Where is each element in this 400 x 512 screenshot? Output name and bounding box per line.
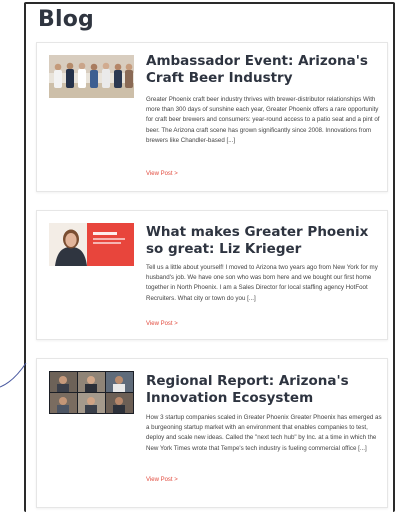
view-post-link[interactable]: View Post > xyxy=(146,477,178,483)
blog-post-card[interactable]: What makes Greater Phoenix so great: Liz… xyxy=(36,210,388,340)
blog-post-card[interactable]: Regional Report: Arizona's Innovation Ec… xyxy=(36,358,388,508)
post-thumbnail-video-call[interactable] xyxy=(49,371,134,414)
post-thumbnail-group-photo[interactable] xyxy=(49,55,134,98)
post-title[interactable]: Regional Report: Arizona's Innovation Ec… xyxy=(146,373,378,407)
post-excerpt: Tell us a little about yourself! I moved… xyxy=(146,264,378,302)
blog-post-card[interactable]: Ambassador Event: Arizona's Craft Beer I… xyxy=(36,42,388,192)
view-post-link[interactable]: View Post > xyxy=(146,171,178,177)
view-post-link[interactable]: View Post > xyxy=(146,321,178,327)
annotation-connector-line xyxy=(0,362,27,388)
post-title[interactable]: Ambassador Event: Arizona's Craft Beer I… xyxy=(146,53,378,87)
post-thumbnail-portrait[interactable] xyxy=(49,223,134,266)
post-excerpt: Greater Phoenix craft beer industry thri… xyxy=(146,96,380,144)
post-excerpt: How 3 startup companies scaled in Greate… xyxy=(146,414,382,452)
page-title: Blog xyxy=(38,7,94,32)
post-title[interactable]: What makes Greater Phoenix so great: Liz… xyxy=(146,224,378,258)
